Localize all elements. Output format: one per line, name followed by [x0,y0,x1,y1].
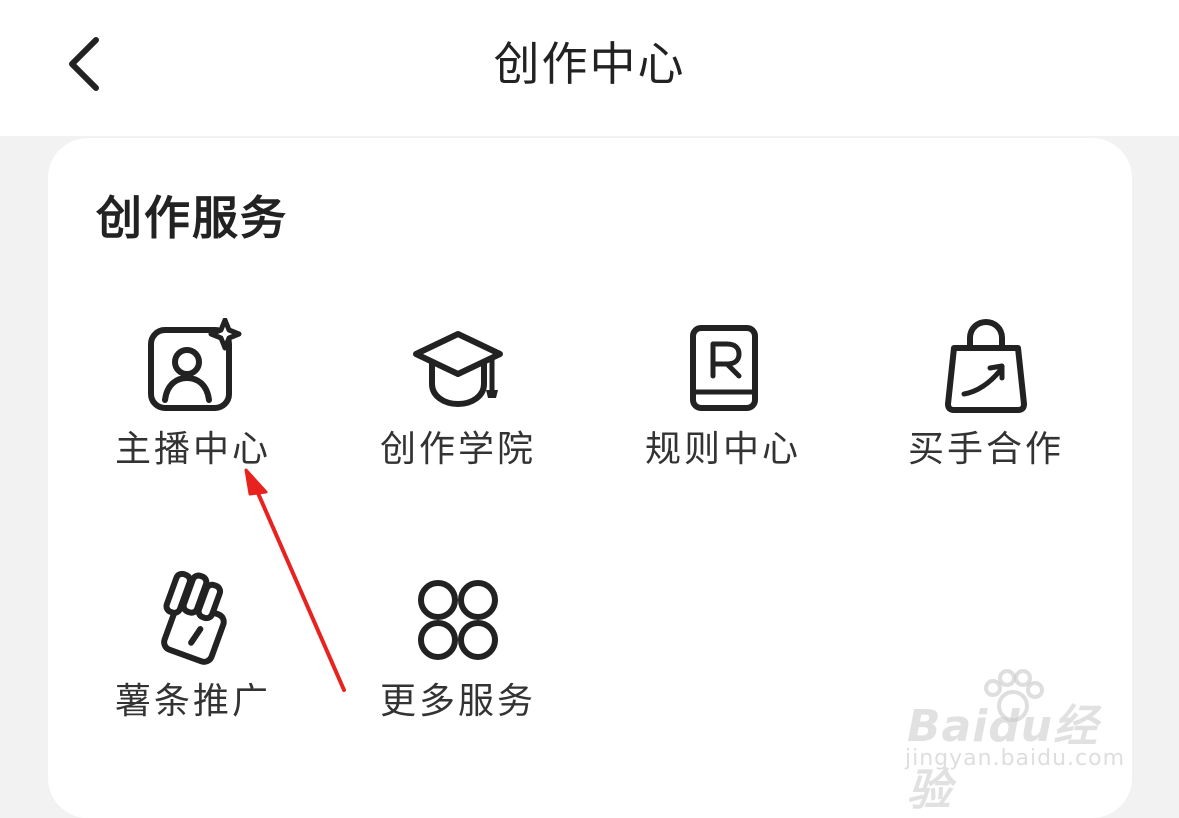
service-label: 买手合作 [907,429,1064,470]
service-more[interactable]: 更多服务 [338,570,578,740]
service-creation-academy[interactable]: 创作学院 [338,318,578,488]
top-bar: 创作中心 [0,0,1179,136]
service-label: 更多服务 [379,681,536,722]
rule-book-icon [690,325,758,411]
service-rule-center[interactable]: 规则中心 [603,318,843,488]
service-label: 规则中心 [644,429,801,470]
more-grid-icon [418,580,498,660]
fries-promo-icon [161,570,227,665]
page-title: 创作中心 [493,37,686,91]
service-label: 主播中心 [114,429,271,470]
service-buyer-cooperation[interactable]: 买手合作 [866,318,1106,488]
anchor-profile-icon [148,318,242,411]
shopping-bag-icon [945,318,1027,413]
service-label: 创作学院 [379,429,536,470]
service-label: 薯条推广 [114,681,271,722]
section-title: 创作服务 [96,191,288,245]
graduation-cap-icon [413,331,503,408]
creation-services-card: 创作服务 主播中心 创作学院 规则中心 买手合作 薯条推广 更多服务 [48,138,1132,818]
service-fries-promotion[interactable]: 薯条推广 [73,570,313,740]
service-anchor-center[interactable]: 主播中心 [73,318,313,488]
